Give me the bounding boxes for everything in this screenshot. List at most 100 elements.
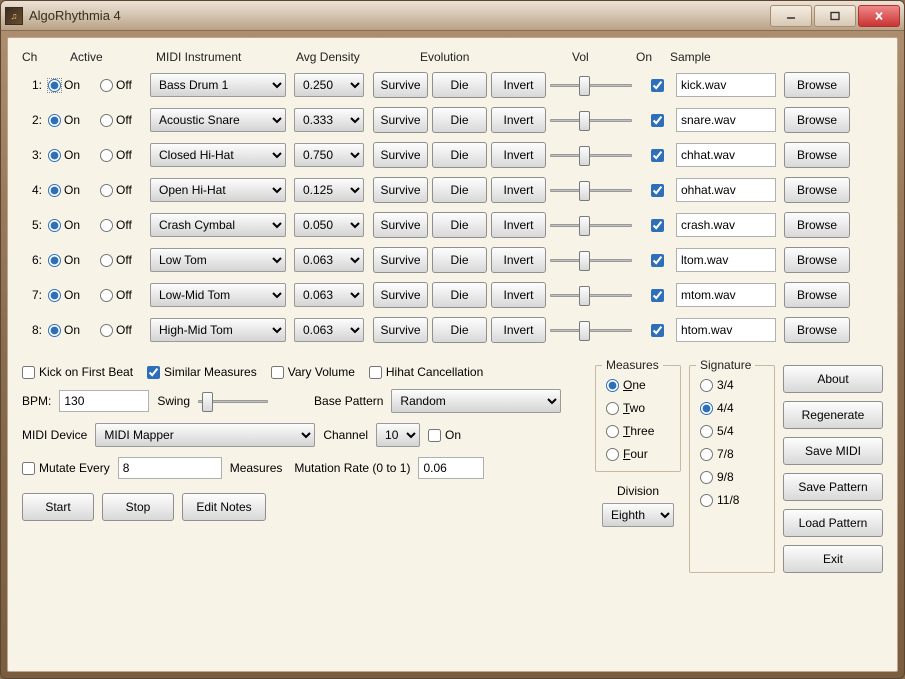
midi-instrument-select[interactable]: Low-Mid Tom — [150, 283, 286, 307]
browse-button[interactable]: Browse — [784, 247, 850, 273]
active-off-radio[interactable]: Off — [100, 113, 146, 127]
measures-option[interactable]: Three — [606, 424, 670, 438]
active-on-radio[interactable]: On — [48, 288, 96, 302]
density-select[interactable]: 0.750 — [294, 143, 364, 167]
invert-button[interactable]: Invert — [491, 282, 546, 308]
die-button[interactable]: Die — [432, 247, 487, 273]
active-off-radio[interactable]: Off — [100, 288, 146, 302]
invert-button[interactable]: Invert — [491, 142, 546, 168]
volume-slider[interactable] — [550, 286, 632, 304]
survive-button[interactable]: Survive — [373, 247, 428, 273]
exit-button[interactable]: Exit — [783, 545, 883, 573]
sample-input[interactable] — [676, 108, 776, 132]
volume-slider[interactable] — [550, 76, 632, 94]
bpm-input[interactable] — [59, 390, 149, 412]
kick-first-checkbox[interactable]: Kick on First Beat — [22, 365, 133, 379]
survive-button[interactable]: Survive — [373, 72, 428, 98]
close-button[interactable] — [858, 5, 900, 27]
die-button[interactable]: Die — [432, 107, 487, 133]
browse-button[interactable]: Browse — [784, 282, 850, 308]
channel-select[interactable]: 10 — [376, 423, 420, 447]
survive-button[interactable]: Survive — [373, 282, 428, 308]
titlebar[interactable]: ♫ AlgoRhythmia 4 — [1, 1, 904, 31]
active-off-radio[interactable]: Off — [100, 323, 146, 337]
active-off-radio[interactable]: Off — [100, 148, 146, 162]
midi-instrument-select[interactable]: High-Mid Tom — [150, 318, 286, 342]
signature-option[interactable]: 5/4 — [700, 424, 764, 438]
about-button[interactable]: About — [783, 365, 883, 393]
maximize-button[interactable] — [814, 5, 856, 27]
measures-option[interactable]: Two — [606, 401, 670, 415]
regenerate-button[interactable]: Regenerate — [783, 401, 883, 429]
midi-instrument-select[interactable]: Closed Hi-Hat — [150, 143, 286, 167]
base-pattern-select[interactable]: Random — [391, 389, 561, 413]
die-button[interactable]: Die — [432, 317, 487, 343]
similar-measures-checkbox[interactable]: Similar Measures — [147, 365, 257, 379]
invert-button[interactable]: Invert — [491, 212, 546, 238]
die-button[interactable]: Die — [432, 282, 487, 308]
sample-input[interactable] — [676, 73, 776, 97]
channel-on-checkbox[interactable] — [651, 324, 664, 337]
active-on-radio[interactable]: On — [48, 183, 96, 197]
channel-on-checkbox[interactable] — [651, 219, 664, 232]
sample-input[interactable] — [676, 143, 776, 167]
sample-input[interactable] — [676, 178, 776, 202]
sample-input[interactable] — [676, 283, 776, 307]
channel-on-checkbox[interactable] — [651, 254, 664, 267]
signature-option[interactable]: 3/4 — [700, 378, 764, 392]
load-pattern-button[interactable]: Load Pattern — [783, 509, 883, 537]
signature-option[interactable]: 4/4 — [700, 401, 764, 415]
browse-button[interactable]: Browse — [784, 317, 850, 343]
volume-slider[interactable] — [550, 321, 632, 339]
active-off-radio[interactable]: Off — [100, 183, 146, 197]
channel-on-checkbox[interactable] — [651, 184, 664, 197]
active-on-radio[interactable]: On — [48, 78, 96, 92]
mutate-every-input[interactable] — [118, 457, 222, 479]
active-on-radio[interactable]: On — [48, 148, 96, 162]
sample-input[interactable] — [676, 318, 776, 342]
density-select[interactable]: 0.063 — [294, 248, 364, 272]
survive-button[interactable]: Survive — [373, 107, 428, 133]
die-button[interactable]: Die — [432, 142, 487, 168]
midi-instrument-select[interactable]: Open Hi-Hat — [150, 178, 286, 202]
invert-button[interactable]: Invert — [491, 317, 546, 343]
survive-button[interactable]: Survive — [373, 142, 428, 168]
active-on-radio[interactable]: On — [48, 253, 96, 267]
volume-slider[interactable] — [550, 146, 632, 164]
density-select[interactable]: 0.063 — [294, 318, 364, 342]
active-off-radio[interactable]: Off — [100, 78, 146, 92]
invert-button[interactable]: Invert — [491, 247, 546, 273]
browse-button[interactable]: Browse — [784, 212, 850, 238]
sample-input[interactable] — [676, 248, 776, 272]
signature-option[interactable]: 7/8 — [700, 447, 764, 461]
browse-button[interactable]: Browse — [784, 72, 850, 98]
signature-option[interactable]: 9/8 — [700, 470, 764, 484]
midi-device-select[interactable]: MIDI Mapper — [95, 423, 315, 447]
volume-slider[interactable] — [550, 216, 632, 234]
density-select[interactable]: 0.063 — [294, 283, 364, 307]
browse-button[interactable]: Browse — [784, 177, 850, 203]
survive-button[interactable]: Survive — [373, 177, 428, 203]
density-select[interactable]: 0.050 — [294, 213, 364, 237]
die-button[interactable]: Die — [432, 177, 487, 203]
division-select[interactable]: Eighth — [602, 503, 674, 527]
measures-option[interactable]: One — [606, 378, 670, 392]
edit-notes-button[interactable]: Edit Notes — [182, 493, 266, 521]
density-select[interactable]: 0.333 — [294, 108, 364, 132]
channel-on-checkbox[interactable] — [651, 79, 664, 92]
invert-button[interactable]: Invert — [491, 72, 546, 98]
midi-instrument-select[interactable]: Acoustic Snare — [150, 108, 286, 132]
volume-slider[interactable] — [550, 251, 632, 269]
channel-on-checkbox[interactable]: On — [428, 428, 461, 442]
active-on-radio[interactable]: On — [48, 113, 96, 127]
swing-slider[interactable] — [198, 392, 268, 410]
midi-instrument-select[interactable]: Crash Cymbal — [150, 213, 286, 237]
channel-on-checkbox[interactable] — [651, 114, 664, 127]
mutate-every-checkbox[interactable]: Mutate Every — [22, 461, 110, 475]
measures-option[interactable]: Four — [606, 447, 670, 461]
active-on-radio[interactable]: On — [48, 323, 96, 337]
midi-instrument-select[interactable]: Low Tom — [150, 248, 286, 272]
save-midi-button[interactable]: Save MIDI — [783, 437, 883, 465]
sample-input[interactable] — [676, 213, 776, 237]
density-select[interactable]: 0.250 — [294, 73, 364, 97]
